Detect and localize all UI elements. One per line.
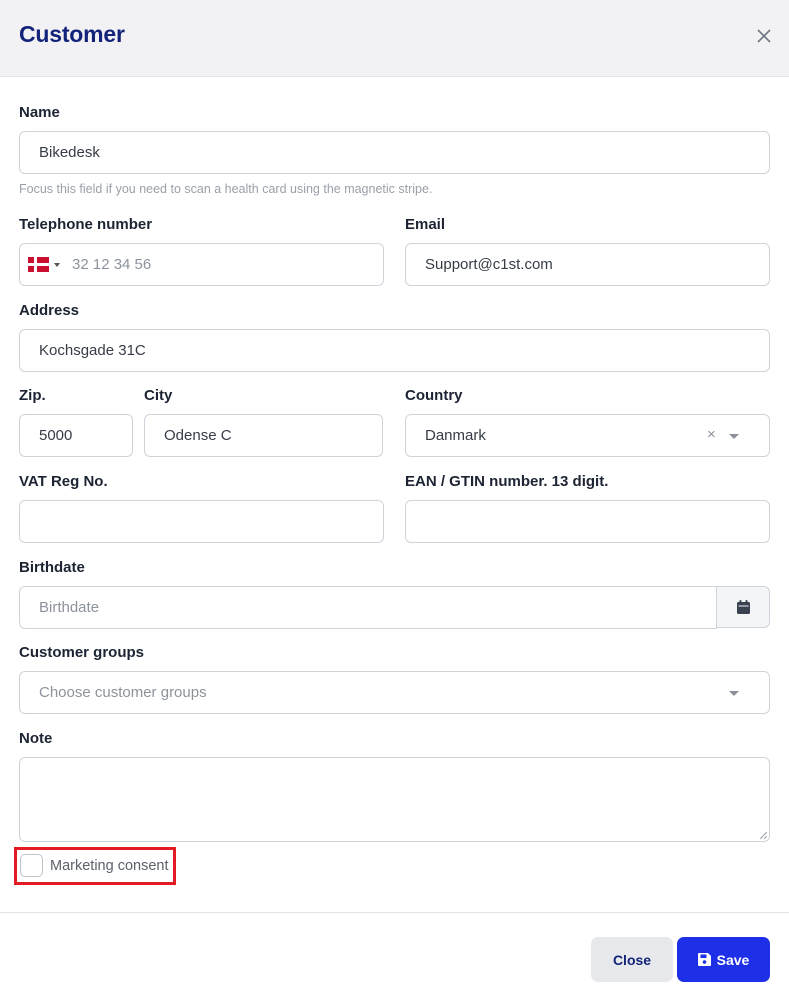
close-button-label: Close	[612, 951, 652, 968]
close-button[interactable]: Close	[591, 937, 673, 982]
zip-label: Zip.	[19, 387, 46, 404]
address-input[interactable]: Kochsgade 31C	[19, 329, 770, 372]
save-button[interactable]: Save	[677, 937, 770, 982]
clear-icon[interactable]: ×	[707, 426, 716, 443]
marketing-consent-checkbox[interactable]	[20, 854, 43, 877]
telephone-placeholder: 32 12 34 56	[72, 256, 152, 273]
save-icon	[697, 953, 711, 966]
name-label: Name	[19, 104, 60, 121]
email-value: Support@c1st.com	[425, 256, 553, 273]
modal-header: Customer	[0, 0, 789, 77]
telephone-input[interactable]: 32 12 34 56	[19, 243, 384, 286]
birthdate-placeholder: Birthdate	[39, 599, 100, 616]
telephone-label: Telephone number	[19, 216, 153, 233]
chevron-down-icon[interactable]	[729, 691, 739, 696]
email-label: Email	[405, 216, 446, 233]
close-icon[interactable]	[754, 26, 774, 46]
customer-groups-placeholder: Choose customer groups	[39, 684, 207, 701]
marketing-consent-label[interactable]: Marketing consent	[50, 858, 168, 874]
name-input[interactable]: Bikedesk	[19, 131, 770, 174]
vat-label: VAT Reg No.	[19, 473, 108, 490]
name-hint: Focus this field if you need to scan a h…	[19, 182, 433, 196]
note-label: Note	[19, 730, 53, 747]
country-select[interactable]: Danmark ×	[405, 414, 770, 457]
address-label: Address	[19, 302, 80, 319]
footer-divider	[0, 912, 789, 913]
resize-handle-icon[interactable]	[759, 831, 767, 839]
calendar-button[interactable]	[716, 586, 770, 628]
customer-groups-select[interactable]: Choose customer groups	[19, 671, 770, 714]
email-input[interactable]: Support@c1st.com	[405, 243, 770, 286]
chevron-down-icon[interactable]	[54, 263, 60, 267]
ean-label: EAN / GTIN number. 13 digit.	[405, 473, 609, 490]
city-label: City	[144, 387, 173, 404]
denmark-flag-icon[interactable]	[28, 257, 49, 272]
zip-input[interactable]: 5000	[19, 414, 133, 457]
ean-input[interactable]	[405, 500, 770, 543]
address-value: Kochsgade 31C	[39, 342, 146, 359]
modal-title: Customer	[19, 21, 125, 47]
vat-input[interactable]	[19, 500, 384, 543]
customer-groups-label: Customer groups	[19, 644, 145, 661]
city-value: Odense C	[164, 427, 232, 444]
save-button-label: Save	[716, 951, 750, 968]
zip-value: 5000	[39, 427, 73, 444]
country-value: Danmark	[425, 427, 486, 444]
birthdate-input[interactable]: Birthdate	[19, 586, 717, 629]
note-textarea[interactable]	[19, 757, 770, 842]
country-label: Country	[405, 387, 463, 404]
calendar-icon	[736, 600, 750, 614]
city-input[interactable]: Odense C	[144, 414, 383, 457]
birthdate-label: Birthdate	[19, 559, 85, 576]
chevron-down-icon[interactable]	[729, 434, 739, 439]
name-value: Bikedesk	[39, 144, 100, 161]
